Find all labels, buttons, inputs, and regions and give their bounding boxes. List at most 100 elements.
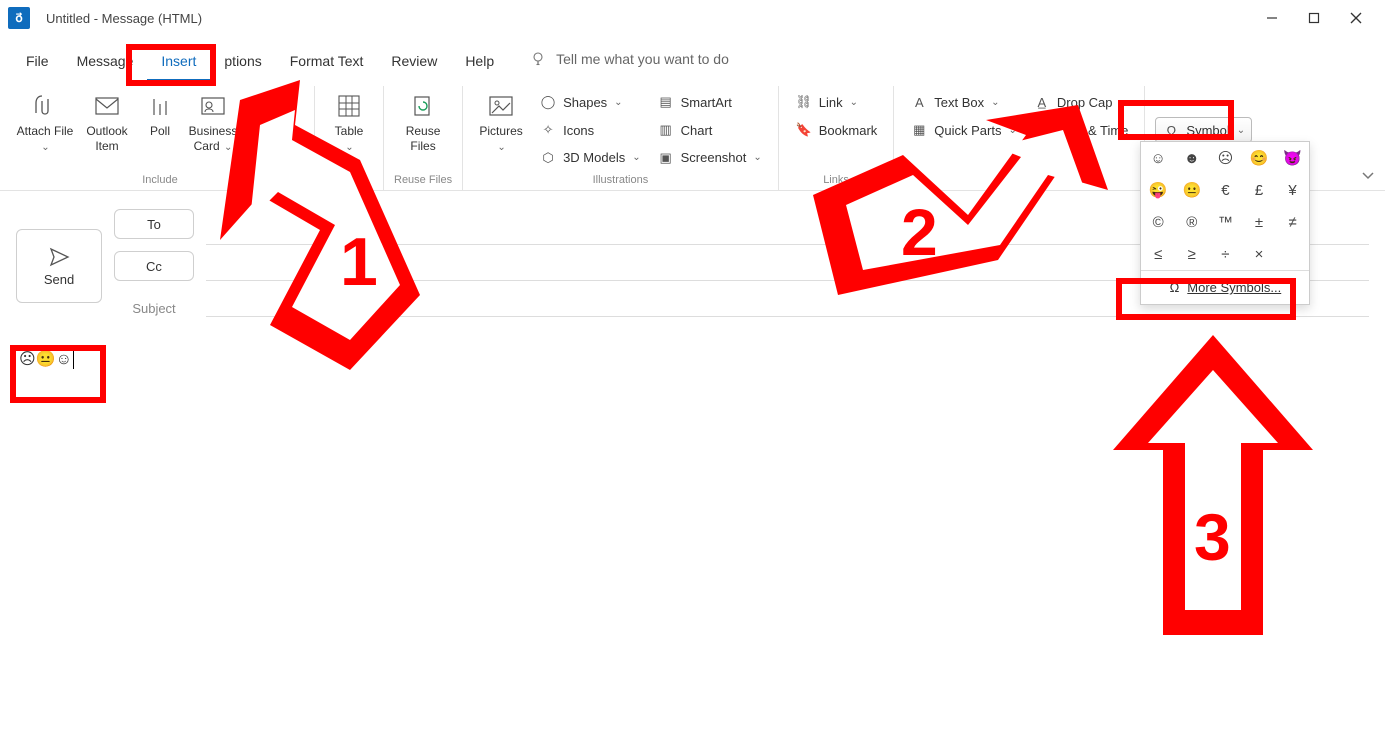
table-icon [335, 92, 363, 120]
tell-me-search[interactable]: Tell me what you want to do [530, 51, 729, 67]
menu-help[interactable]: Help [451, 37, 508, 81]
maximize-button[interactable] [1293, 3, 1335, 33]
smartart-icon: ▤ [657, 93, 675, 111]
symbol-cell[interactable]: ☺ [1141, 142, 1175, 174]
quick-parts-button[interactable]: ▦Quick Parts ⌄ [904, 117, 1023, 144]
minimize-button[interactable] [1251, 3, 1293, 33]
poll-icon [146, 92, 174, 120]
svg-text:3: 3 [1194, 500, 1231, 574]
omega-icon: Ω [1170, 280, 1180, 295]
drop-cap-button[interactable]: A̲Drop Cap ⌄ [1027, 89, 1135, 116]
sparkle-icon: ✧ [539, 121, 557, 139]
symbol-cell[interactable]: € [1209, 174, 1243, 206]
group-label-text: Text [1009, 174, 1029, 190]
textbox-icon: A [910, 93, 928, 111]
reuse-icon [409, 92, 437, 120]
symbol-button[interactable]: ΩSymbol ⌄ [1155, 117, 1252, 144]
pictures-button[interactable]: Pictures⌄ [473, 89, 529, 171]
symbol-cell[interactable]: ® [1175, 206, 1209, 238]
symbol-cell[interactable]: × [1242, 238, 1276, 270]
send-button[interactable]: Send [16, 229, 102, 303]
calendar-icon: 🗓 [1033, 121, 1051, 139]
group-reuse-files: Reuse Files Reuse Files [384, 86, 463, 190]
menu-options[interactable]: ptions [210, 37, 275, 81]
symbol-cell[interactable]: ÷ [1209, 238, 1243, 270]
window-title: Untitled - Message (HTML) [46, 11, 202, 26]
group-label-include: Include [142, 174, 177, 190]
quickparts-icon: ▦ [910, 121, 928, 139]
cc-button[interactable]: Cc [114, 251, 194, 281]
signature-button[interactable]: Signature ⌄ [246, 89, 304, 171]
smartart-button[interactable]: ▤SmartArt [651, 89, 768, 116]
icons-button[interactable]: ✧Icons [533, 117, 647, 144]
group-label-tables: ables [336, 174, 362, 190]
symbol-cell[interactable]: 😐 [1175, 174, 1209, 206]
symbol-cell[interactable]: ☹ [1209, 142, 1243, 174]
bookmark-button[interactable]: 🔖Bookmark [789, 117, 884, 144]
symbol-cell[interactable]: 😜 [1141, 174, 1175, 206]
link-icon: ⛓ [795, 93, 813, 111]
symbol-cell[interactable]: 😈 [1276, 142, 1310, 174]
omega-icon: Ω [1162, 121, 1180, 139]
more-symbols-button[interactable]: Ω More Symbols... [1141, 270, 1309, 304]
screenshot-button[interactable]: ▣Screenshot ⌄ [651, 144, 768, 171]
link-button[interactable]: ⛓Link ⌄ [789, 89, 884, 116]
symbol-cell[interactable]: ¥ [1276, 174, 1310, 206]
cube-icon: ⬡ [539, 149, 557, 167]
text-box-button[interactable]: AText Box ⌄ [904, 89, 1023, 116]
picture-icon [487, 92, 515, 120]
symbol-cell[interactable]: ± [1242, 206, 1276, 238]
chart-button[interactable]: ▥Chart [651, 117, 768, 144]
symbol-cell[interactable]: ≠ [1276, 206, 1310, 238]
group-links: ⛓Link ⌄ 🔖Bookmark Links [779, 86, 895, 190]
symbol-cell[interactable]: £ [1242, 174, 1276, 206]
envelope-icon [93, 92, 121, 120]
to-button[interactable]: To [114, 209, 194, 239]
screenshot-icon: ▣ [657, 149, 675, 167]
subject-label: Subject [132, 301, 175, 316]
chart-icon: ▥ [657, 121, 675, 139]
card-icon [199, 92, 227, 120]
annotation-arrow-3: 3 [1108, 335, 1318, 648]
menu-message[interactable]: Message [63, 37, 148, 81]
shapes-icon: ◯ [539, 93, 557, 111]
table-button[interactable]: Table⌄ [325, 89, 373, 171]
close-button[interactable] [1335, 3, 1377, 33]
menu-insert[interactable]: Insert [147, 37, 210, 81]
group-text: AText Box ⌄ ▦Quick Parts ⌄ A̲Drop Cap ⌄ … [894, 86, 1145, 190]
message-body[interactable]: ☹😐☺ [16, 349, 1369, 369]
symbol-cell[interactable]: ≤ [1141, 238, 1175, 270]
send-icon [48, 246, 70, 268]
title-bar: o⃗ Untitled - Message (HTML) [0, 0, 1385, 36]
outlook-icon: o⃗ [8, 7, 30, 29]
symbol-cell[interactable]: ™ [1209, 206, 1243, 238]
outlook-item-button[interactable]: Outlook Item [78, 89, 136, 171]
symbol-cell[interactable]: © [1141, 206, 1175, 238]
shapes-button[interactable]: ◯Shapes ⌄ [533, 89, 647, 116]
symbol-cell[interactable]: 😊 [1242, 142, 1276, 174]
paperclip-icon [31, 92, 59, 120]
menu-review[interactable]: Review [377, 37, 451, 81]
symbol-cell[interactable]: ☻ [1175, 142, 1209, 174]
group-tables: Table⌄ ables [315, 86, 384, 190]
group-symbols: ΩSymbol ⌄ ☺☻☹😊😈😜😐€£¥©®™±≠≤≥÷× Ω More Sym… [1145, 86, 1262, 190]
3d-models-button[interactable]: ⬡3D Models ⌄ [533, 144, 647, 171]
group-illustrations: Pictures⌄ ◯Shapes ⌄ ✧Icons ⬡3D Models ⌄ … [463, 86, 779, 190]
date-time-button[interactable]: 🗓Date & Time [1027, 117, 1135, 144]
menu-file[interactable]: File [12, 37, 63, 81]
group-label-reuse: Reuse Files [394, 174, 452, 190]
menu-bar: File Message Insert ptions Format Text R… [0, 36, 1385, 81]
symbol-cell[interactable]: ≥ [1175, 238, 1209, 270]
reuse-files-button[interactable]: Reuse Files [398, 89, 448, 171]
ribbon: Attach File ⌄ Outlook Item Poll Business… [0, 81, 1385, 191]
attach-file-button[interactable]: Attach File ⌄ [16, 89, 74, 171]
poll-button[interactable]: Poll [140, 89, 180, 171]
symbol-dropdown: ☺☻☹😊😈 😜😐€£¥ ©®™±≠ ≤≥÷× Ω More Symbols... [1140, 141, 1310, 305]
business-card-button[interactable]: Business Card ⌄ [184, 89, 242, 171]
menu-format-text[interactable]: Format Text [276, 37, 378, 81]
group-include: Attach File ⌄ Outlook Item Poll Business… [6, 86, 315, 190]
group-label-illustrations: Illustrations [593, 174, 649, 190]
pen-icon [261, 92, 289, 120]
lightbulb-icon [530, 51, 546, 67]
ribbon-collapse-button[interactable] [1361, 168, 1375, 185]
